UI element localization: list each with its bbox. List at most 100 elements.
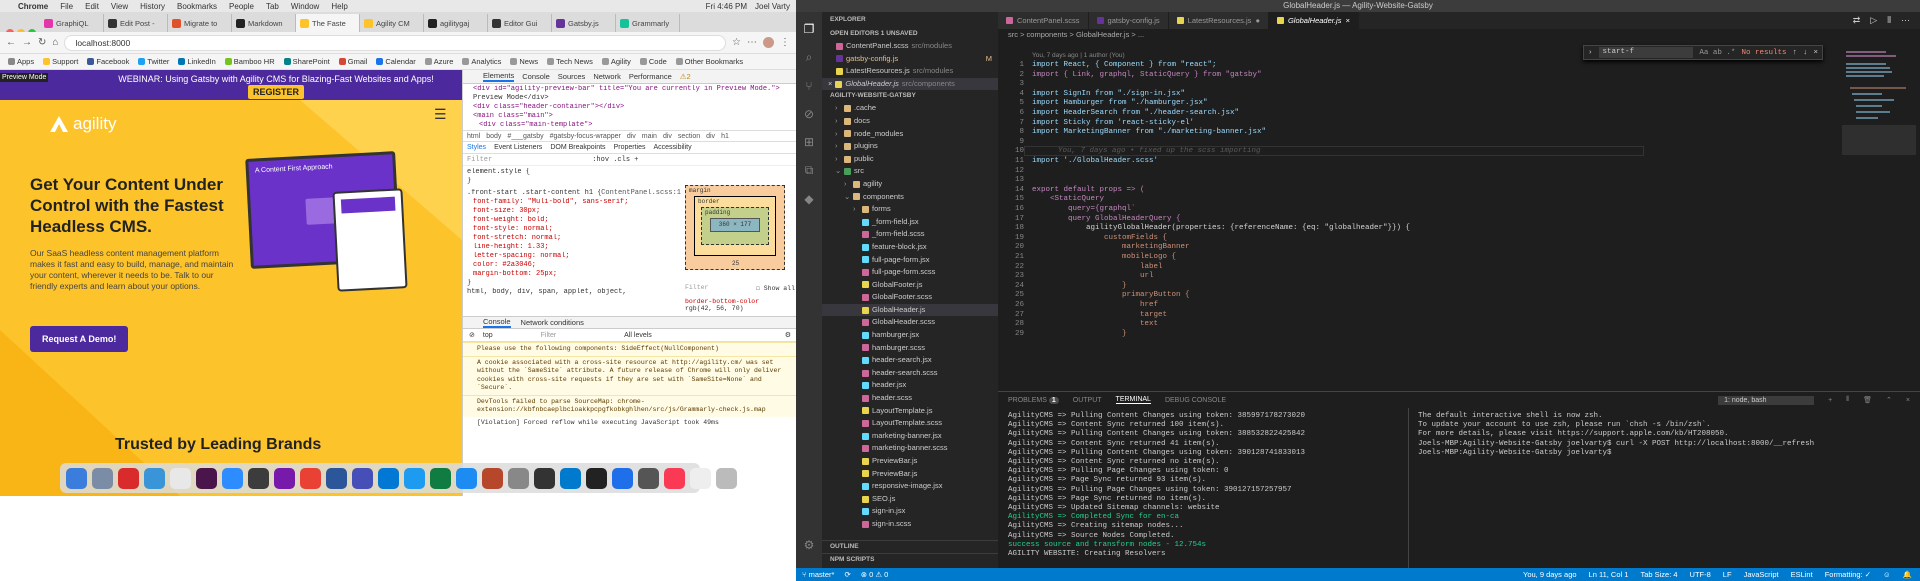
dom-tree[interactable]: <div id="agility-preview-bar" title="You… — [463, 84, 796, 130]
code-line[interactable]: query GlobalHeaderQuery { — [1032, 215, 1181, 223]
devtools-tab-performance[interactable]: Performance — [629, 72, 672, 81]
open-editor-item[interactable]: LatestResources.js src/modules — [822, 65, 998, 78]
clear-console-icon[interactable]: ⊘ — [469, 331, 475, 339]
code-line[interactable]: import './GlobalHeader.scss' — [1032, 157, 1158, 165]
crumb[interactable]: div — [663, 133, 672, 140]
split-terminal-icon[interactable]: ⫴ — [1846, 396, 1849, 404]
code-line[interactable]: primaryButton { — [1032, 291, 1190, 299]
browser-tab[interactable]: Markdown — [232, 14, 296, 32]
bookmark[interactable]: Tech News — [547, 57, 593, 66]
home-icon[interactable]: ⌂ — [52, 37, 58, 48]
css-property[interactable]: color: #2a3046; — [463, 261, 681, 270]
activity-monitor-icon[interactable] — [586, 467, 607, 489]
css-property[interactable]: letter-spacing: normal; — [463, 252, 681, 261]
editor-tab-active[interactable]: GlobalHeader.js × — [1268, 12, 1359, 29]
file-item[interactable]: PreviewBar.js — [822, 455, 998, 468]
split-editor-icon[interactable]: ⫴ — [1887, 15, 1891, 26]
code-line[interactable]: import HeaderSearch from "./header-searc… — [1032, 109, 1239, 117]
bookmark[interactable]: Analytics — [462, 57, 501, 66]
sync-icon[interactable]: ⟳ — [844, 570, 850, 579]
folder-item[interactable]: › node_modules — [822, 128, 998, 141]
file-item[interactable]: sign-in.scss — [822, 518, 998, 531]
chrome-menu-icon[interactable]: ⋮ — [780, 37, 790, 48]
menu-bookmarks[interactable]: Bookmarks — [177, 2, 217, 11]
code-line[interactable]: import Hamburger from "./hamburger.jsx" — [1032, 99, 1208, 107]
levels-select[interactable]: All levels — [624, 332, 652, 339]
console-warning[interactable]: Please use the following components: Sid… — [463, 342, 796, 356]
code-editor[interactable]: You, 7 days ago | 1 author (You) 1 import… — [998, 41, 1838, 386]
crumb[interactable]: #gatsby-focus-wrapper — [550, 133, 621, 140]
console-tab[interactable]: Console — [483, 317, 511, 328]
subtab-properties[interactable]: Properties — [614, 144, 646, 151]
console-filter-input[interactable]: Filter — [541, 332, 557, 339]
menu-window[interactable]: Window — [291, 2, 319, 11]
code-line[interactable]: url — [1032, 272, 1154, 280]
file-item[interactable]: marketing-banner.scss — [822, 442, 998, 455]
dom-node[interactable]: <div class="main-template"> — [463, 121, 796, 130]
css-property[interactable]: font-size: 30px; — [463, 207, 681, 216]
editor-tab[interactable]: gatsby-config.js — [1088, 12, 1169, 29]
file-item[interactable]: header.scss — [822, 392, 998, 405]
dom-node[interactable]: <div id="agility-preview-bar" title="You… — [463, 85, 796, 94]
code-line[interactable]: } — [1032, 282, 1127, 290]
more-actions-icon[interactable]: ⋯ — [1901, 15, 1910, 26]
bookmark[interactable]: SharePoint — [283, 57, 330, 66]
file-item[interactable]: full-page-form.scss — [822, 266, 998, 279]
folder-item[interactable]: › .cache — [822, 102, 998, 115]
crumb[interactable]: html — [467, 133, 480, 140]
subtab-styles[interactable]: Styles — [467, 144, 486, 151]
browser-tab[interactable]: Agility CM — [360, 14, 424, 32]
warning-count[interactable]: ⚠2 — [680, 72, 691, 81]
subtab-event-listeners[interactable]: Event Listeners — [494, 144, 542, 151]
code-line[interactable]: import { Link, graphql, StaticQuery } fr… — [1032, 71, 1262, 79]
twitter-app-icon[interactable] — [404, 467, 425, 489]
maximize-panel-icon[interactable]: ⌃ — [1886, 396, 1892, 404]
crumb[interactable]: div — [706, 133, 715, 140]
npm-scripts-header[interactable]: NPM SCRIPTS — [822, 553, 998, 565]
code-line[interactable]: agilityGlobalHeader(properties: {referen… — [1032, 224, 1410, 232]
folder-item[interactable]: › public — [822, 153, 998, 166]
panel-tab-problems[interactable]: PROBLEMS 1 — [1008, 396, 1059, 404]
find-input[interactable]: start-f — [1598, 47, 1694, 58]
zoom-icon[interactable] — [222, 467, 243, 489]
browser-tab[interactable]: agilitygaj — [424, 14, 488, 32]
app-icon[interactable] — [118, 467, 139, 489]
reload-icon[interactable]: ↻ — [38, 37, 46, 48]
css-line[interactable]: element.style { — [463, 168, 681, 177]
app-icon[interactable] — [638, 467, 659, 489]
bookmark[interactable]: Facebook — [87, 57, 129, 66]
terminal-left[interactable]: AgilityCMS => Pulling Content Changes us… — [1008, 412, 1305, 559]
hov-cls-toggles[interactable]: :hov .cls + — [592, 156, 638, 164]
console-message[interactable]: [Violation] Forced reflow while executin… — [463, 417, 796, 430]
file-item[interactable]: GlobalFooter.js — [822, 279, 998, 292]
browser-tab[interactable]: Migrate to — [168, 14, 232, 32]
minimap[interactable] — [1838, 41, 1920, 386]
crumb[interactable]: section — [678, 133, 700, 140]
extensions-icon[interactable]: ⊞ — [804, 135, 814, 149]
code-line[interactable]: import SignIn from "./sign-in.jsx" — [1032, 90, 1185, 98]
editor-tab[interactable]: LatestResources.js ● — [1168, 12, 1269, 29]
box-model-diagram[interactable]: margin border padding 360 × 177 25 — [685, 185, 785, 270]
bookmark[interactable]: Calendar — [376, 57, 416, 66]
preview-icon[interactable] — [690, 467, 711, 489]
finder-icon[interactable] — [66, 467, 87, 489]
file-item[interactable]: GlobalHeader.scss — [822, 316, 998, 329]
file-item[interactable]: responsive-image.jsx — [822, 480, 998, 493]
folder-item[interactable]: › plugins — [822, 140, 998, 153]
menu-help[interactable]: Help — [331, 2, 347, 11]
chrome-icon[interactable] — [300, 467, 321, 489]
close-find-icon[interactable]: × — [1813, 49, 1818, 57]
code-line[interactable]: marketingBanner — [1032, 243, 1190, 251]
code-line[interactable]: export default props => ( — [1032, 186, 1145, 194]
run-icon[interactable]: ▷ — [1870, 15, 1877, 26]
code-line[interactable]: import MarketingBanner from "./marketing… — [1032, 128, 1266, 136]
bookmark[interactable]: Apps — [8, 57, 34, 66]
docker-icon[interactable]: ◆ — [804, 192, 813, 206]
feedback-icon[interactable]: ☺ — [1883, 570, 1891, 579]
menubar-user[interactable]: Joel Varty — [755, 2, 790, 11]
unsaved-dot-icon[interactable]: ● — [1255, 16, 1260, 25]
subtab-dom-breakpoints[interactable]: DOM Breakpoints — [550, 144, 605, 151]
css-property[interactable]: margin-bottom: 25px; — [463, 270, 681, 279]
bookmark[interactable]: News — [510, 57, 538, 66]
close-icon[interactable]: × — [828, 78, 832, 91]
